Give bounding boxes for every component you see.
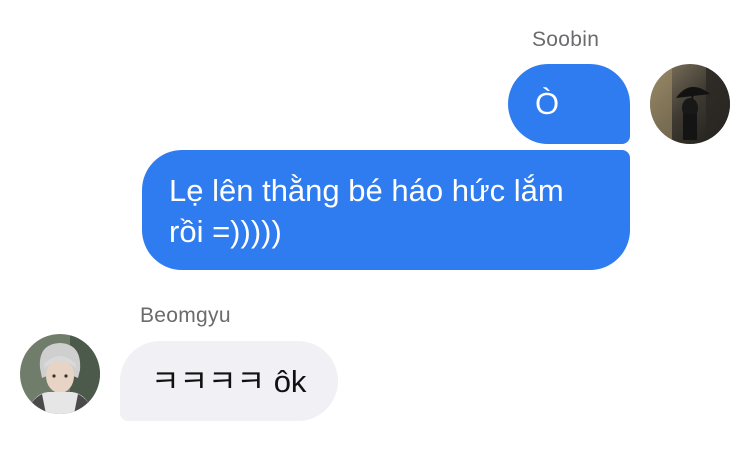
avatar-soobin[interactable] [650,64,730,144]
message-bubble-outgoing[interactable]: Ò [508,64,630,144]
profile-photo-person-icon [20,334,100,414]
avatar-beomgyu[interactable] [20,334,100,414]
message-text: Ò [535,86,560,121]
message-text-line: Lẹ lên thằng bé háo hức lắm [169,173,564,208]
message-text-line: rồi =))))) [169,214,282,249]
message-bubble-incoming[interactable]: ㅋㅋㅋㅋ ôk [120,341,338,421]
sender-name-beomgyu: Beomgyu [140,304,231,327]
sender-name-soobin: Soobin [532,28,600,51]
message-bubble-outgoing[interactable]: Lẹ lên thằng bé háo hức lắm rồi =))))) [142,150,630,270]
message-text: ㅋㅋㅋㅋ ôk [151,364,307,399]
profile-photo-umbrella-icon [650,64,730,144]
chat-thread: Soobin Ò Lẹ lên thằng bé háo hức lắm rồi… [0,0,750,449]
